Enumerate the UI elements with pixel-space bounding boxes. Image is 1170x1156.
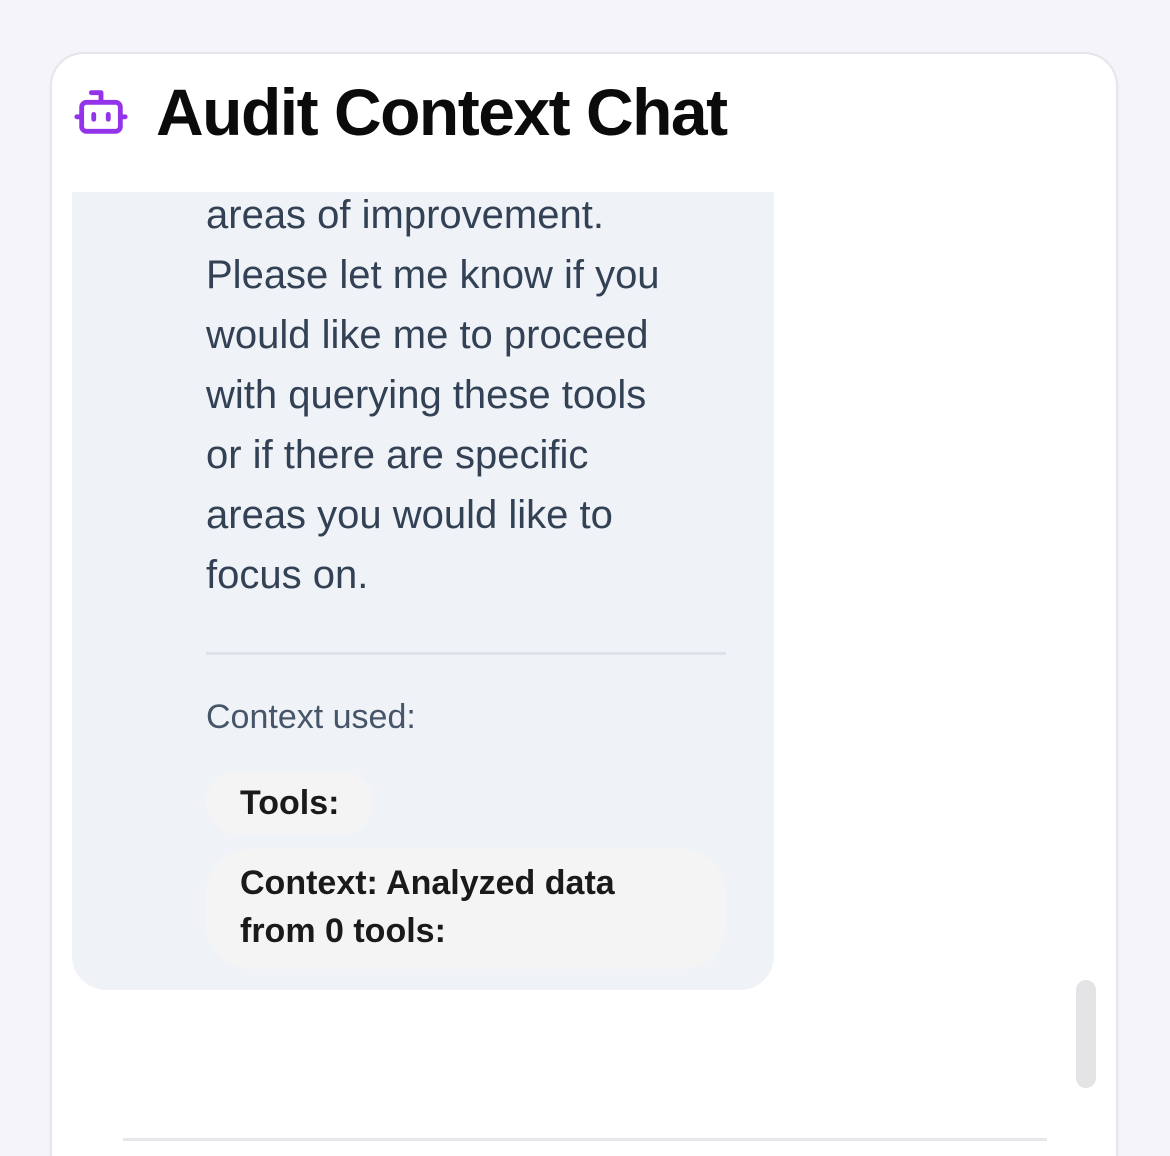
tools-chip: Tools: [206, 771, 374, 835]
message-divider [206, 652, 726, 655]
page-title: Audit Context Chat [156, 75, 728, 149]
assistant-message: areas of improvement. Please let me know… [72, 192, 774, 990]
input-divider [123, 1138, 1047, 1141]
context-used-label: Context used: [206, 698, 416, 736]
bot-icon [72, 83, 130, 141]
assistant-message-text: areas of improvement. Please let me know… [206, 193, 660, 597]
message-list[interactable]: areas of improvement. Please let me know… [72, 192, 1002, 1072]
context-chip: Context: Analyzed data from 0 tools: [206, 849, 726, 969]
scrollbar-thumb[interactable] [1076, 980, 1096, 1088]
page: Audit Context Chat areas of improvement.… [0, 0, 1170, 1156]
chat-header: Audit Context Chat [72, 72, 728, 152]
